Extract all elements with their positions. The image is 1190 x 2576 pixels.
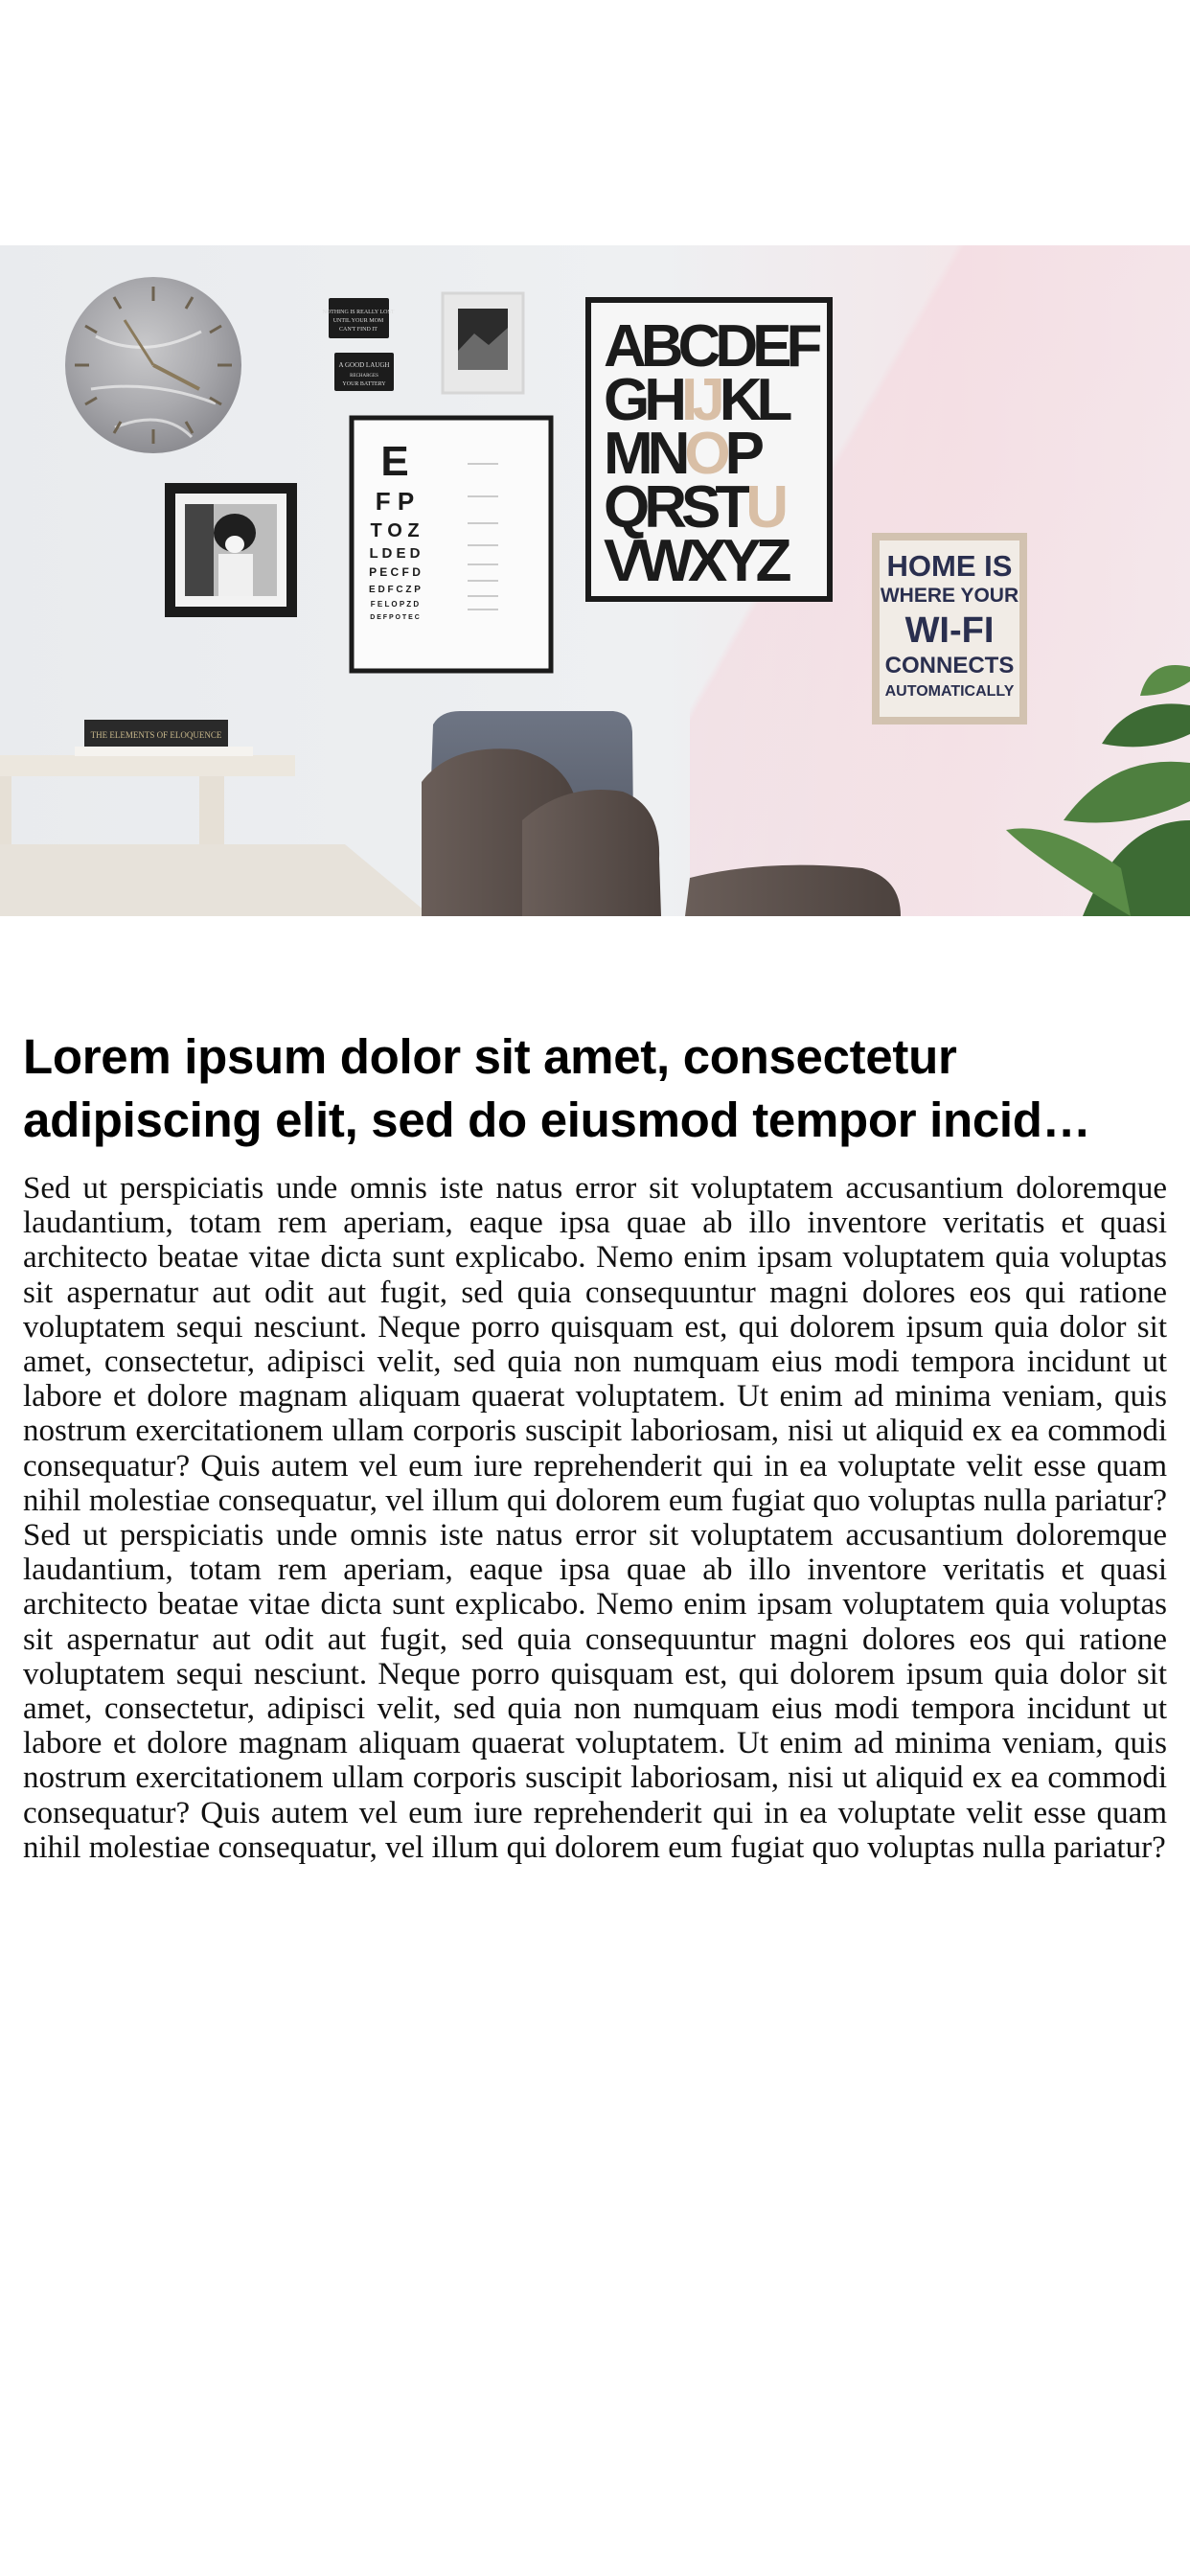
svg-text:WHERE YOUR: WHERE YOUR <box>881 585 1018 607</box>
room-illustration: NOTHING IS REALLY LOST UNTIL YOUR MOM CA… <box>0 277 1190 916</box>
svg-text:NOTHING IS REALLY LOST: NOTHING IS REALLY LOST <box>322 310 394 315</box>
svg-text:E D F C Z P: E D F C Z P <box>369 585 421 595</box>
svg-text:E: E <box>380 438 408 485</box>
svg-text:CAN'T FIND IT: CAN'T FIND IT <box>339 327 378 333</box>
wifi-sign: HOME IS WHERE YOUR WI-FI CONNECTS AUTOMA… <box>872 533 1027 724</box>
plant <box>1006 665 1190 916</box>
wall-clock <box>65 277 241 453</box>
svg-text:F E L O P Z D: F E L O P Z D <box>371 600 420 609</box>
small-sign-laugh: A GOOD LAUGH RECHARGES YOUR BATTERY <box>334 353 394 391</box>
dining-table <box>0 844 431 916</box>
svg-text:CONNECTS: CONNECTS <box>885 653 1015 678</box>
svg-text:VWXYZ: VWXYZ <box>604 528 791 594</box>
svg-text:T O Z: T O Z <box>370 520 419 541</box>
svg-text:AUTOMATICALLY: AUTOMATICALLY <box>885 683 1015 700</box>
article-headline[interactable]: Lorem ipsum dolor sit amet, consectetur … <box>23 1025 1167 1152</box>
hero-image: NOTHING IS REALLY LOST UNTIL YOUR MOM CA… <box>0 245 1190 916</box>
chairs <box>422 711 901 916</box>
svg-text:HOME IS: HOME IS <box>887 549 1013 583</box>
svg-text:THE ELEMENTS OF ELOQUENCE: THE ELEMENTS OF ELOQUENCE <box>91 730 222 740</box>
svg-text:F P: F P <box>376 487 414 516</box>
svg-text:D E F P O T E C: D E F P O T E C <box>370 614 420 621</box>
svg-text:UNTIL YOUR MOM: UNTIL YOUR MOM <box>333 318 384 324</box>
svg-text:WI-FI: WI-FI <box>905 610 995 651</box>
small-sign-mom: NOTHING IS REALLY LOST UNTIL YOUR MOM CA… <box>322 298 395 338</box>
landscape-photo-frame <box>441 291 525 395</box>
svg-text:L D E D: L D E D <box>369 545 420 562</box>
svg-text:YOUR BATTERY: YOUR BATTERY <box>342 381 386 387</box>
eye-chart-frame: E F P T O Z L D E D P E C F D E D F C Z … <box>349 415 554 674</box>
article-body: Sed ut perspiciatis unde omnis iste natu… <box>23 1171 1167 1865</box>
svg-text:RECHARGES: RECHARGES <box>350 374 378 379</box>
article: Lorem ipsum dolor sit amet, consectetur … <box>23 1025 1167 1865</box>
alphabet-poster: ABCDEF GHIJKL MNOP QRSTU VWXYZ <box>585 297 833 602</box>
dog-photo-frame <box>165 483 297 617</box>
svg-text:P E C F D: P E C F D <box>369 565 421 579</box>
svg-text:A GOOD LAUGH: A GOOD LAUGH <box>339 361 390 369</box>
